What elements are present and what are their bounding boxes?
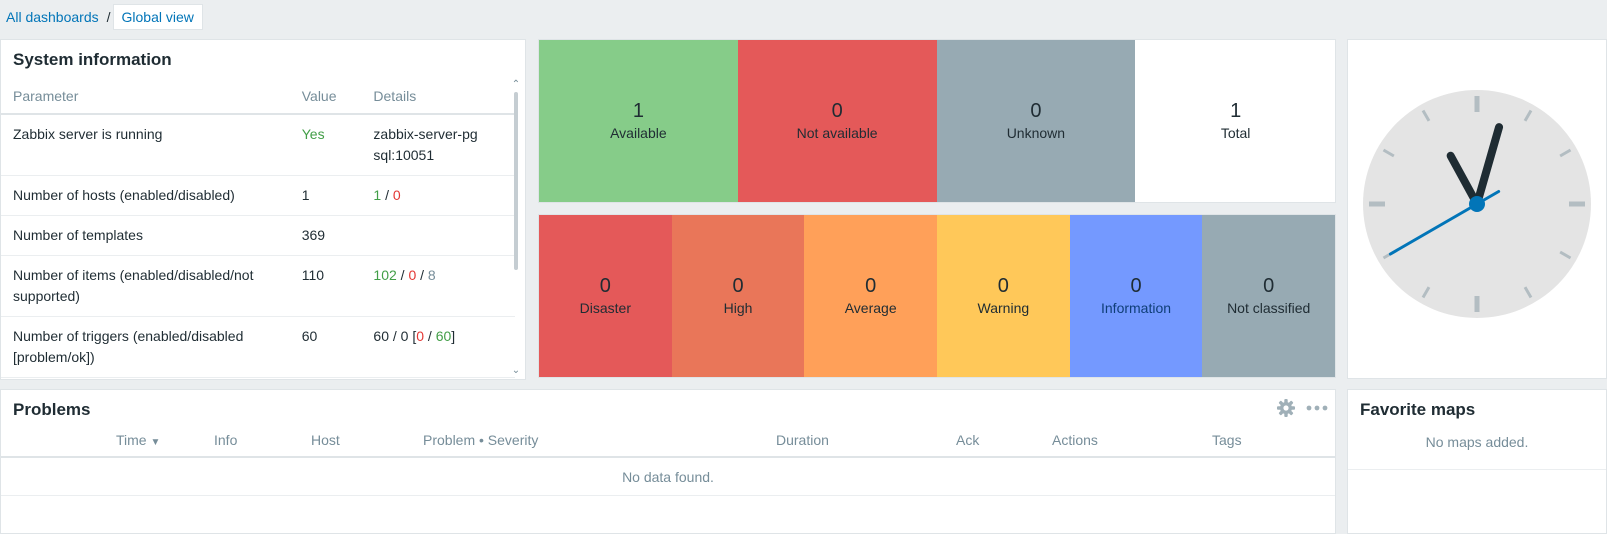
details-cell: 60 / 0 [0 / 60] [361,316,515,378]
column-header-parameter: Parameter [1,82,290,115]
severity-disaster-cell[interactable]: 0 Disaster [539,215,672,377]
table-row: Number of triggers (enabled/disabled [pr… [1,316,515,378]
host-unknown-label: Unknown [1006,125,1066,141]
details-cell [361,215,515,256]
gear-icon[interactable] [1276,398,1296,418]
host-total-label: Total [1220,125,1251,141]
column-header-ack: Ack [956,432,980,448]
problem-count: 0 [416,328,425,344]
host-not-available-cell[interactable]: 0 Not available [737,40,937,202]
system-information-widget: System information Parameter Value Detai… [0,39,526,380]
ok-count: 60 [435,328,452,344]
severity-count: 0 [865,275,877,297]
severity-warning-cell[interactable]: 0 Warning [937,215,1070,377]
severity-not-classified-cell[interactable]: 0 Not classified [1202,215,1336,377]
details-cell: zabbix-server-pgsql:10051 [361,114,515,176]
clock-center-dot [1469,196,1485,212]
breadcrumb-global-view-link[interactable]: Global view [112,4,203,30]
widget-title: Problems [13,400,91,419]
severity-information-cell[interactable]: 0 Information [1069,215,1203,377]
host-not-available-count: 0 [831,100,843,122]
details-suffix: ] [451,328,456,344]
details-separator: / [381,187,393,203]
severity-count: 0 [1130,275,1142,297]
analog-clock [1363,90,1591,318]
breadcrumb-all-dashboards-link[interactable]: All dashboards [0,9,105,25]
details-cell: 102 / 0 / 8 [361,255,515,317]
scrollbar-thumb[interactable] [514,92,518,270]
host-available-cell[interactable]: 1 Available [539,40,738,202]
empty-state-message: No maps added. [1348,432,1606,470]
problems-widget: Problems Time ▼ Info Host Problem • Seve… [0,389,1336,534]
table-row: Number of hosts (enabled/disabled) 1 1 /… [1,175,515,216]
value-cell: 1 [289,175,362,216]
host-availability-widget: 1 Available 0 Not available 0 Unknown 1 … [538,39,1336,203]
parameter-cell: Number of hosts (enabled/disabled) [1,175,290,216]
parameter-cell: Number of templates [1,215,290,256]
column-header-details: Details [361,82,515,115]
host-unknown-count: 0 [1030,100,1042,122]
disabled-count: 0 [392,187,401,203]
severity-label: Average [844,300,897,316]
severity-label: Not classified [1227,300,1311,316]
value-cell: Yes [289,114,362,176]
table-header-row: Parameter Value Details [1,82,515,115]
severity-label: Warning [977,300,1030,316]
host-total-cell[interactable]: 1 Total [1135,40,1335,202]
column-header-problem-severity[interactable]: Problem • Severity [423,432,538,448]
severity-count: 0 [997,275,1009,297]
parameter-cell: Zabbix server is running [1,114,290,176]
more-options-icon[interactable] [1305,398,1329,418]
system-information-table: Parameter Value Details Zabbix server is… [1,82,515,378]
severity-average-cell[interactable]: 0 Average [804,215,938,377]
table-row: Number of templates 369 [1,215,515,256]
severity-count: 0 [1263,275,1275,297]
table-row: Zabbix server is running Yes zabbix-serv… [1,114,515,176]
value-cell: 110 [289,255,362,317]
host-unknown-cell[interactable]: 0 Unknown [936,40,1136,202]
breadcrumb-separator: / [106,9,111,25]
value-cell: 369 [289,215,362,256]
column-header-tags: Tags [1212,432,1242,448]
enabled-count: 102 [373,267,397,283]
severity-label: High [723,300,753,316]
parameter-cell: Number of triggers (enabled/disabled [pr… [1,316,290,378]
time-label: Time [116,432,147,448]
scroll-down-icon[interactable]: ⌄ [511,366,521,376]
host-available-count: 1 [632,100,644,122]
severity-count: 0 [732,275,744,297]
column-header-host[interactable]: Host [311,432,340,448]
column-header-info: Info [214,432,238,448]
column-header-actions: Actions [1052,432,1098,448]
severity-count: 0 [599,275,611,297]
severity-high-cell[interactable]: 0 High [671,215,805,377]
not-supported-count: 8 [427,267,436,283]
problems-by-severity-widget: 0 Disaster 0 High 0 Average 0 Warning 0 … [538,214,1336,378]
value-cell: 60 [289,316,362,378]
empty-state-message: No data found. [1,458,1335,496]
widget-title: Favorite maps [1360,400,1476,419]
severity-label: Information [1101,300,1172,316]
table-row: Number of items (enabled/disabled/not su… [1,255,515,317]
problems-table-header: Time ▼ Info Host Problem • Severity Dura… [1,432,1335,458]
column-header-value: Value [289,82,362,115]
column-header-time[interactable]: Time ▼ [116,432,160,448]
details-text: zabbix-server-pgsql:10051 [373,126,478,163]
severity-label: Disaster [579,300,632,316]
favorite-maps-widget: Favorite maps No maps added. [1347,389,1607,534]
details-prefix: 60 / 0 [ [373,328,417,344]
host-total-count: 1 [1230,100,1242,122]
breadcrumb: All dashboards / Global view [0,4,203,30]
column-header-duration: Duration [776,432,829,448]
scrollbar[interactable]: ⌃ ⌄ [511,80,521,376]
parameter-cell: Number of items (enabled/disabled/not su… [1,255,290,317]
host-available-label: Available [610,125,667,141]
disabled-count: 0 [408,267,417,283]
clock-widget [1347,39,1607,379]
scroll-up-icon[interactable]: ⌃ [511,80,521,90]
sort-descending-icon: ▼ [150,437,161,448]
host-not-available-label: Not available [796,125,878,141]
widget-title: System information [13,50,172,69]
details-cell: 1 / 0 [361,175,515,216]
